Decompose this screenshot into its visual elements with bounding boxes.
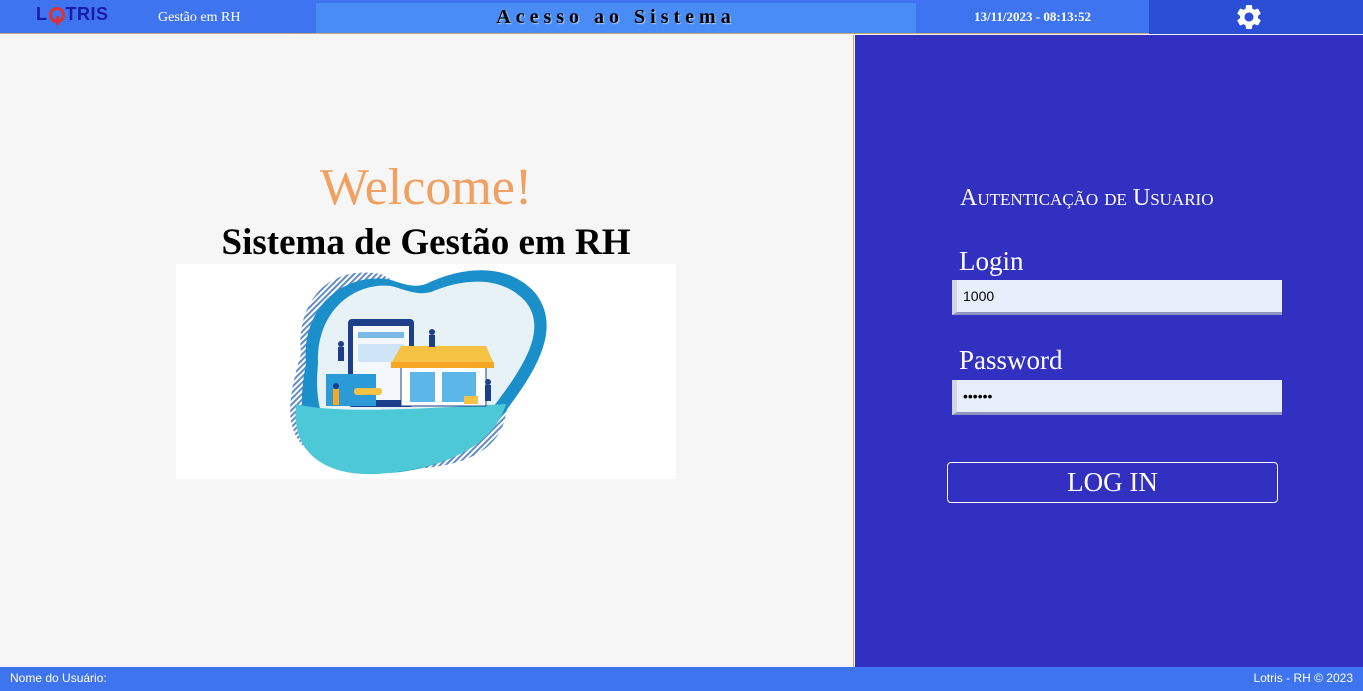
login-input[interactable] xyxy=(952,280,1282,315)
app-name: Gestão em RH xyxy=(158,10,241,25)
top-bar: L TRIS Gestão em RH Acesso ao Sistema 13/… xyxy=(0,0,1363,34)
system-name-heading: Sistema de Gestão em RH xyxy=(221,222,631,263)
logo-o-icon xyxy=(48,7,65,25)
welcome-heading: Welcome! xyxy=(319,159,533,216)
login-label: Login xyxy=(959,246,1024,276)
password-input[interactable] xyxy=(952,380,1282,415)
logo-letter-l: L xyxy=(36,4,48,24)
footer: Nome do Usuário: Lotris - RH © 2023 xyxy=(0,667,1363,691)
logo-letters-tris: TRIS xyxy=(65,4,109,24)
gear-icon[interactable] xyxy=(1234,2,1264,32)
login-panel: Autenticação de Usuario Login Password L… xyxy=(855,35,1363,667)
auth-title: Autenticação de Usuario xyxy=(960,185,1214,211)
current-datetime: 13/11/2023 - 08:13:52 xyxy=(974,9,1091,24)
login-button[interactable]: LOG IN xyxy=(947,462,1278,503)
copyright-text: Lotris - RH © 2023 xyxy=(1253,671,1353,685)
settings-area xyxy=(1149,0,1363,34)
online-store-illustration xyxy=(176,264,676,479)
welcome-panel: Welcome! Sistema de Gestão em RH xyxy=(0,35,854,667)
user-name-label: Nome do Usuário: xyxy=(10,671,107,685)
lotris-logo: L TRIS xyxy=(36,4,109,25)
title-band: Acesso ao Sistema xyxy=(316,3,916,33)
password-label: Password xyxy=(959,345,1063,375)
page-title: Acesso ao Sistema xyxy=(496,6,736,28)
